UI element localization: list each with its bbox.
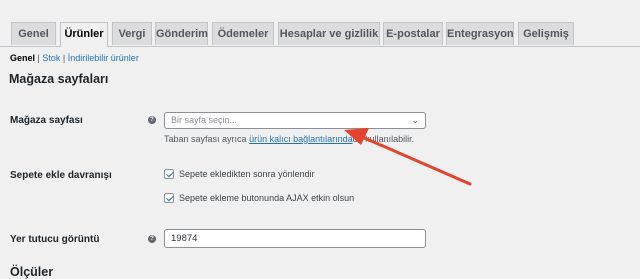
shop-page-description: Taban sayfası ayrıca ürün kalıcı bağlant… bbox=[164, 134, 414, 144]
subnav-downloadable[interactable]: İndirilebilir ürünler bbox=[68, 53, 139, 63]
placeholder-image-input[interactable]: 19874 bbox=[164, 229, 426, 248]
subnav-stock[interactable]: Stok bbox=[42, 53, 60, 63]
tab-products[interactable]: Ürünler bbox=[60, 22, 108, 47]
subnav-separator: | bbox=[62, 53, 66, 63]
desc-text-after: da kullanılabilir. bbox=[352, 134, 415, 144]
redirect-checkbox[interactable] bbox=[164, 169, 174, 179]
tab-shipping[interactable]: Gönderim bbox=[155, 22, 208, 45]
tab-integration[interactable]: Entegrasyon bbox=[446, 22, 514, 45]
ajax-option: Sepete ekleme butonunda AJAX etkin olsun bbox=[164, 193, 354, 203]
redirect-option-label: Sepete ekledikten sonra yönlendir bbox=[179, 169, 315, 179]
product-permalinks-link[interactable]: ürün kalıcı bağlantılarında bbox=[249, 134, 353, 144]
help-icon[interactable]: ? bbox=[148, 235, 156, 243]
subnav-general[interactable]: Genel bbox=[10, 53, 35, 63]
chevron-down-icon: ⌄ bbox=[411, 115, 419, 125]
settings-tabs: Genel Ürünler Vergi Gönderim Ödemeler He… bbox=[0, 0, 640, 47]
tab-payments[interactable]: Ödemeler bbox=[212, 22, 274, 45]
tab-accounts-privacy[interactable]: Hesaplar ve gizlilik bbox=[278, 22, 380, 45]
placeholder-image-label: Yer tutucu görüntü bbox=[10, 234, 100, 245]
section-title: Mağaza sayfaları bbox=[9, 72, 109, 86]
measurements-title: Ölçüler bbox=[10, 265, 54, 279]
shop-page-placeholder: Bir sayfa seçin... bbox=[171, 115, 238, 125]
add-to-cart-label: Sepete ekle davranışı bbox=[10, 170, 112, 181]
tab-emails[interactable]: E-postalar bbox=[383, 22, 443, 45]
subnav-separator: | bbox=[37, 53, 40, 63]
sub-navigation: Genel | Stok | İndirilebilir ürünler bbox=[10, 53, 139, 63]
ajax-option-label: Sepete ekleme butonunda AJAX etkin olsun bbox=[179, 193, 355, 203]
shop-page-label: Mağaza sayfası bbox=[10, 115, 83, 126]
tab-tax[interactable]: Vergi bbox=[112, 22, 152, 45]
tab-general[interactable]: Genel bbox=[11, 22, 56, 45]
redirect-option: Sepete ekledikten sonra yönlendir bbox=[164, 169, 315, 179]
tab-advanced[interactable]: Gelişmiş bbox=[518, 22, 574, 45]
ajax-checkbox[interactable] bbox=[164, 193, 174, 203]
help-icon[interactable]: ? bbox=[148, 116, 156, 124]
desc-text-before: Taban sayfası ayrıca bbox=[164, 134, 247, 144]
shop-page-select[interactable]: Bir sayfa seçin... ⌄ bbox=[164, 112, 426, 129]
